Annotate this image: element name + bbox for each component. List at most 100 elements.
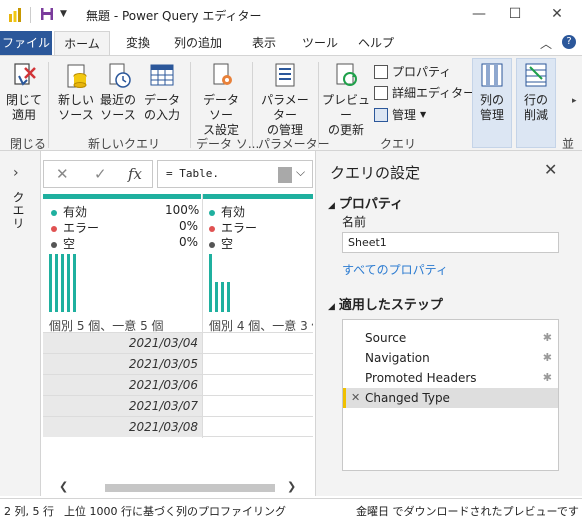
tab-help[interactable]: ヘルプ bbox=[354, 31, 398, 55]
reduce-rows-button[interactable]: 行の 削減 bbox=[516, 60, 556, 123]
rows-icon bbox=[525, 63, 547, 87]
formula-input[interactable]: = Table. ⌵ bbox=[157, 160, 313, 188]
tab-file[interactable]: ファイル bbox=[0, 31, 52, 55]
cancel-formula-icon[interactable]: ✕ bbox=[56, 165, 69, 183]
status-dimensions: 2 列, 5 行 bbox=[4, 505, 54, 518]
help-icon[interactable]: ? bbox=[562, 35, 576, 49]
ribbon: 閉じて 適用 閉じる 新しい ソース 最近の ソース データ の入力 新しいクエ… bbox=[0, 55, 582, 151]
manage-dropdown-icon: ▼ bbox=[420, 110, 427, 119]
tab-home[interactable]: ホーム bbox=[54, 31, 110, 55]
minimize-icon[interactable]: — bbox=[468, 4, 490, 24]
step-source[interactable]: Source ✱ bbox=[343, 328, 558, 348]
tab-transform[interactable]: 変換 bbox=[116, 31, 160, 55]
maximize-icon[interactable]: ☐ bbox=[504, 4, 526, 24]
col1-error-pct: 0% bbox=[179, 219, 199, 233]
confirm-formula-icon[interactable]: ✓ bbox=[94, 165, 107, 183]
step-settings-gear-icon[interactable]: ✱ bbox=[543, 368, 552, 388]
collapse-ribbon-icon[interactable]: ︿ bbox=[540, 35, 552, 52]
date-cell[interactable]: 2021/03/06 bbox=[43, 375, 202, 395]
advanced-editor-icon bbox=[374, 85, 388, 100]
new-source-button[interactable]: 新しい ソース bbox=[56, 60, 96, 123]
tab-view[interactable]: 表示 bbox=[242, 31, 286, 55]
date-cell[interactable]: 2021/03/04 bbox=[43, 333, 202, 353]
ribbon-scroll-right-icon[interactable]: ▸ bbox=[572, 96, 577, 106]
tab-tools[interactable]: ツール bbox=[298, 31, 342, 55]
manage-button[interactable]: 管理 ▼ bbox=[374, 106, 426, 123]
scrollbar-thumb[interactable] bbox=[105, 484, 275, 492]
table-row[interactable]: 2021/03/08 bbox=[43, 416, 313, 437]
advanced-editor-label: 詳細エディター bbox=[392, 86, 476, 100]
data-source-group-label: データ ソ... bbox=[196, 137, 260, 151]
scroll-right-icon[interactable]: ❯ bbox=[287, 480, 296, 493]
close-group-label: 閉じる bbox=[10, 137, 47, 151]
table-row[interactable]: 2021/03/04 bbox=[43, 332, 313, 353]
col2-dist-bar bbox=[209, 254, 212, 312]
step-promoted-headers[interactable]: Promoted Headers ✱ bbox=[343, 368, 558, 388]
step-settings-gear-icon[interactable]: ✱ bbox=[543, 328, 552, 348]
ribbon-separator bbox=[190, 62, 191, 148]
power-query-editor: ▼ 無題 - Power Query エディター — ☐ ✕ ファイル ホーム … bbox=[0, 0, 582, 521]
recent-sources-button[interactable]: 最近の ソース bbox=[98, 60, 138, 123]
query-settings-title: クエリの設定 bbox=[330, 164, 421, 182]
collapse-steps-icon[interactable]: ◢ bbox=[328, 302, 335, 312]
quick-access-dropdown-icon[interactable]: ▼ bbox=[60, 9, 74, 25]
manage-columns-button[interactable]: 列の 管理 bbox=[472, 60, 512, 123]
recent-clock-icon bbox=[109, 63, 131, 88]
data-source-settings-button[interactable]: データ ソー ス設定 bbox=[196, 60, 246, 138]
advanced-editor-button[interactable]: 詳細エディター bbox=[374, 84, 475, 101]
col2-dist-bar bbox=[221, 282, 224, 312]
power-bi-logo-icon bbox=[9, 8, 21, 22]
col1-empty: 空 bbox=[51, 235, 75, 252]
delete-step-icon[interactable]: ✕ bbox=[351, 388, 360, 408]
properties-section[interactable]: ◢ プロパティ bbox=[328, 193, 403, 212]
status-profiling[interactable]: 上位 1000 行に基づく列のプロファイリング bbox=[64, 503, 286, 519]
col2-dist-bar bbox=[227, 282, 230, 312]
query-name-input[interactable]: Sheet1 bbox=[342, 232, 559, 253]
close-apply-button[interactable]: 閉じて 適用 bbox=[4, 60, 44, 123]
scroll-left-icon[interactable]: ❮ bbox=[59, 480, 68, 493]
refresh-preview-button[interactable]: プレビュー の更新 bbox=[322, 60, 370, 138]
properties-button[interactable]: プロパティ bbox=[374, 63, 451, 80]
formula-expand-icon[interactable]: ⌵ bbox=[296, 165, 305, 180]
query-settings-pane: クエリの設定 ✕ ◢ プロパティ 名前 Sheet1 すべてのプロパティ ◢ 適用し… bbox=[315, 151, 582, 496]
step-navigation[interactable]: Navigation ✱ bbox=[343, 348, 558, 368]
col1-dist-bar bbox=[67, 254, 70, 312]
more-group-label: 並 bbox=[562, 137, 575, 151]
step-settings-gear-icon[interactable]: ✱ bbox=[543, 348, 552, 368]
enter-data-button[interactable]: データ の入力 bbox=[142, 60, 182, 123]
close-settings-icon[interactable]: ✕ bbox=[544, 160, 557, 179]
settings-gear-icon bbox=[213, 63, 232, 85]
reduce-rows-label: 行の 削減 bbox=[523, 93, 548, 122]
save-icon[interactable] bbox=[40, 6, 54, 22]
selected-step-marker bbox=[343, 388, 346, 408]
col1-dist-bar bbox=[55, 254, 58, 312]
formula-bar: ✕ ✓ fx = Table. ⌵ bbox=[43, 160, 313, 188]
titlebar-separator bbox=[30, 7, 31, 23]
manage-parameters-button[interactable]: パラメーター の管理 bbox=[256, 60, 314, 138]
column-2-quality-bar bbox=[203, 194, 313, 199]
recent-sources-label: 最近の ソース bbox=[99, 93, 136, 122]
table-row[interactable]: 2021/03/06 bbox=[43, 374, 313, 395]
close-window-icon[interactable]: ✕ bbox=[546, 4, 568, 24]
query-group-label: クエリ bbox=[380, 137, 417, 151]
fx-icon[interactable]: fx bbox=[128, 165, 142, 183]
col2-dist-bar bbox=[215, 282, 218, 312]
date-cell[interactable]: 2021/03/05 bbox=[43, 354, 202, 374]
tab-add-column[interactable]: 列の追加 bbox=[166, 31, 230, 55]
new-query-group-label: 新しいクエリ bbox=[88, 137, 161, 151]
expand-queries-icon[interactable]: › bbox=[13, 165, 19, 181]
database-icon bbox=[67, 64, 87, 88]
all-properties-link[interactable]: すべてのプロパティ bbox=[342, 261, 448, 278]
applied-steps-section[interactable]: ◢ 適用したステップ bbox=[328, 294, 443, 313]
horizontal-scrollbar[interactable]: ❮ ❯ bbox=[43, 480, 313, 496]
date-cell[interactable]: 2021/03/08 bbox=[43, 417, 202, 437]
date-cell[interactable]: 2021/03/07 bbox=[43, 396, 202, 416]
status-bar: 2 列, 5 行 上位 1000 行に基づく列のプロファイリング 金曜日 でダウ… bbox=[0, 498, 582, 521]
new-source-label: 新しい ソース bbox=[57, 93, 94, 122]
table-row[interactable]: 2021/03/05 bbox=[43, 353, 313, 374]
collapse-properties-icon[interactable]: ◢ bbox=[328, 201, 335, 211]
table-row[interactable]: 2021/03/07 bbox=[43, 395, 313, 416]
manage-columns-label: 列の 管理 bbox=[479, 93, 504, 122]
step-changed-type[interactable]: ✕ Changed Type bbox=[343, 388, 558, 408]
formula-scrollbar[interactable] bbox=[278, 167, 292, 183]
